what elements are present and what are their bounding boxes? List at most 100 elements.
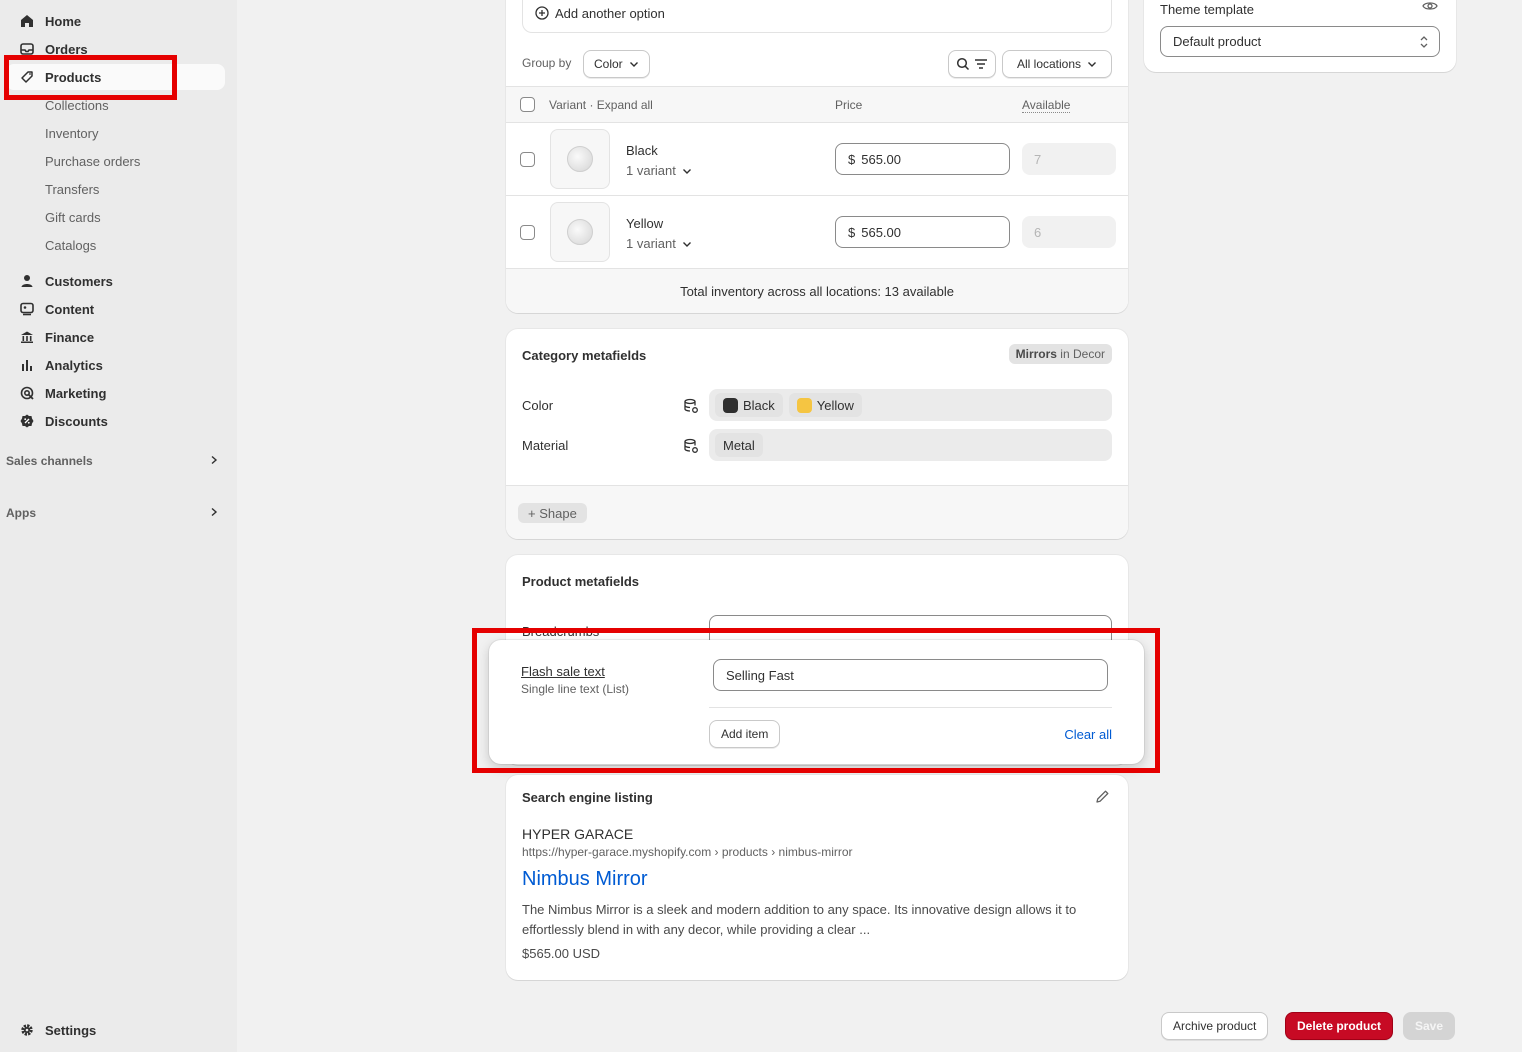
- select-all-checkbox[interactable]: [520, 97, 535, 112]
- save-button[interactable]: Save: [1403, 1012, 1456, 1040]
- yellow-swatch: [796, 397, 812, 413]
- search-filter-button[interactable]: [948, 50, 996, 78]
- person-icon: [20, 274, 34, 288]
- category-badge: Mirrors in Decor: [1008, 344, 1112, 364]
- header-price: Price: [835, 98, 863, 112]
- currency-symbol: $: [848, 151, 856, 167]
- sub-transfers[interactable]: Transfers: [45, 182, 99, 197]
- nav-discounts[interactable]: Discounts: [6, 408, 225, 434]
- seo-store-name: HYPER GARACE: [522, 826, 634, 842]
- available-input[interactable]: 6: [1022, 216, 1116, 248]
- variant-count-toggle[interactable]: 1 variant: [626, 236, 692, 251]
- nav-customers[interactable]: Customers: [6, 268, 225, 294]
- add-shape-button[interactable]: + Shape: [518, 503, 587, 523]
- category-footer: + Shape: [506, 485, 1128, 539]
- variants-table-header: Variant · Expand all Price Available: [506, 86, 1128, 123]
- nav-finance[interactable]: Finance: [6, 324, 225, 350]
- category-metafields-card: Category metafields Mirrors in Decor Col…: [506, 329, 1128, 539]
- apps-section[interactable]: Apps: [6, 506, 225, 520]
- mirror-image: [567, 219, 593, 245]
- nav-marketing-label: Marketing: [45, 385, 107, 401]
- header-variant[interactable]: Variant · Expand all: [549, 98, 653, 112]
- variant-row[interactable]: Black 1 variant $ 565.00 7: [506, 123, 1128, 196]
- discount-icon: [20, 414, 34, 428]
- gear-icon: [20, 1023, 34, 1037]
- color-label: Color: [522, 398, 554, 413]
- nav-home-label: Home: [45, 13, 82, 29]
- nav-analytics[interactable]: Analytics: [6, 352, 225, 378]
- color-chip-yellow[interactable]: Yellow: [788, 393, 862, 417]
- database-icon: [683, 398, 699, 417]
- category-badge-bold: Mirrors: [1015, 347, 1057, 361]
- sidebar: Home Orders Products Collections Invento…: [0, 0, 237, 1052]
- row-checkbox[interactable]: [520, 152, 535, 167]
- chevron-right-icon: [209, 506, 219, 520]
- price-value: 565.00: [861, 224, 901, 240]
- price-input[interactable]: $ 565.00: [835, 143, 1010, 175]
- chevron-down-icon: [1087, 59, 1097, 69]
- products-highlight-box: [4, 55, 177, 100]
- variants-card: Add another option Group by Color All lo…: [506, 0, 1128, 313]
- apps-label: Apps: [6, 506, 36, 520]
- nav-discounts-label: Discounts: [45, 413, 108, 429]
- locations-select[interactable]: All locations: [1002, 50, 1112, 78]
- variant-count: 1 variant: [626, 163, 676, 178]
- sales-channels-section[interactable]: Sales channels: [6, 454, 225, 468]
- seo-title: Search engine listing: [522, 790, 653, 805]
- color-chip-black[interactable]: Black: [715, 393, 783, 417]
- theme-template-select[interactable]: Default product: [1160, 26, 1440, 57]
- mirror-image: [567, 146, 593, 172]
- sub-inventory[interactable]: Inventory: [45, 126, 98, 141]
- currency-symbol: $: [848, 224, 856, 240]
- delete-product-button[interactable]: Delete product: [1285, 1012, 1394, 1040]
- pencil-icon[interactable]: [1095, 789, 1110, 807]
- variant-count: 1 variant: [626, 236, 676, 251]
- sub-catalogs[interactable]: Catalogs: [45, 238, 96, 253]
- chevron-down-icon: [682, 166, 692, 176]
- sub-gift-cards[interactable]: Gift cards: [45, 210, 101, 225]
- theme-template-label: Theme template: [1160, 2, 1254, 17]
- nav-content[interactable]: Content: [6, 296, 225, 322]
- price-input[interactable]: $ 565.00: [835, 216, 1010, 248]
- database-icon: [683, 438, 699, 457]
- price-value: 565.00: [861, 151, 901, 167]
- variant-thumbnail[interactable]: [550, 129, 610, 189]
- add-option-label: Add another option: [555, 5, 665, 21]
- variant-count-toggle[interactable]: 1 variant: [626, 163, 692, 178]
- chevron-down-icon: [682, 239, 692, 249]
- category-badge-rest: in Decor: [1056, 347, 1105, 361]
- chevron-down-icon: [629, 59, 639, 69]
- seo-price: $565.00 USD: [522, 946, 601, 961]
- filter-lines-icon: [974, 58, 988, 70]
- archive-product-button[interactable]: Archive product: [1161, 1012, 1269, 1040]
- row-checkbox[interactable]: [520, 225, 535, 240]
- variant-thumbnail[interactable]: [550, 202, 610, 262]
- variant-row[interactable]: Yellow 1 variant $ 565.00 6: [506, 196, 1128, 269]
- color-field[interactable]: Black Yellow: [709, 389, 1112, 421]
- bar-chart-icon: [20, 358, 34, 372]
- available-input[interactable]: 7: [1022, 143, 1116, 175]
- sales-channels-label: Sales channels: [6, 454, 93, 468]
- header-available: Available: [1022, 98, 1071, 113]
- nav-settings[interactable]: Settings: [6, 1017, 225, 1043]
- material-field[interactable]: Metal: [709, 429, 1112, 461]
- add-option-row[interactable]: Add another option: [522, 0, 1112, 33]
- nav-customers-label: Customers: [45, 273, 113, 289]
- locations-value: All locations: [1016, 57, 1082, 71]
- black-swatch: [723, 397, 738, 413]
- variant-name: Yellow: [626, 216, 664, 231]
- nav-finance-label: Finance: [45, 329, 95, 345]
- plus-circle-icon: [535, 6, 549, 20]
- eye-icon[interactable]: [1422, 0, 1438, 16]
- material-chip[interactable]: Metal: [715, 433, 763, 457]
- nav-marketing[interactable]: Marketing: [6, 380, 225, 406]
- nav-home[interactable]: Home: [6, 8, 225, 34]
- seo-page-title: Nimbus Mirror: [522, 868, 648, 890]
- content-icon: [20, 302, 34, 316]
- seo-card: Search engine listing HYPER GARACE https…: [506, 775, 1128, 980]
- sub-purchase-orders[interactable]: Purchase orders: [45, 154, 140, 169]
- group-by-select[interactable]: Color: [583, 50, 650, 78]
- search-icon: [956, 57, 970, 71]
- sub-collections[interactable]: Collections: [45, 98, 109, 113]
- inventory-total: Total inventory across all locations: 13…: [506, 269, 1128, 313]
